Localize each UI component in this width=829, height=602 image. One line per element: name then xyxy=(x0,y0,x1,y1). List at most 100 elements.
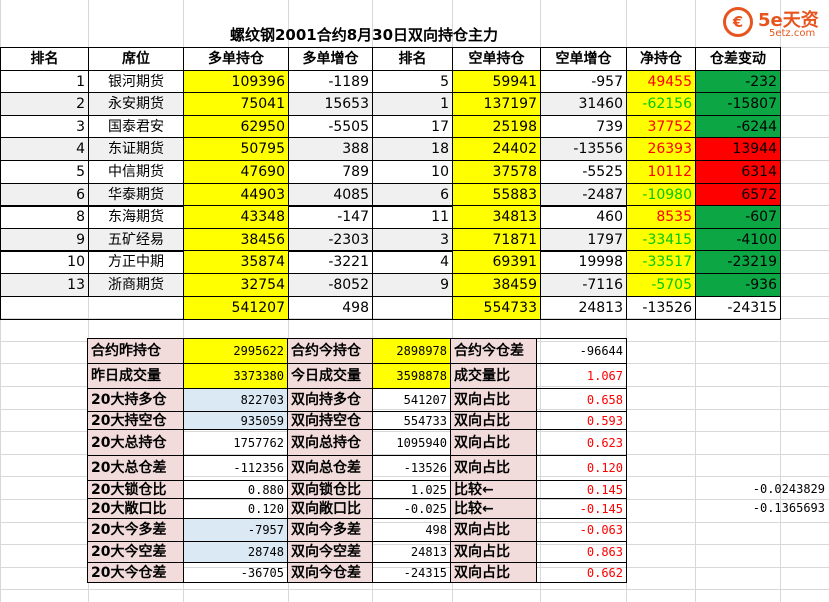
column-header: 空单持仓 xyxy=(452,47,541,71)
table-cell-short: 137197 xyxy=(452,92,541,116)
side-value: -0.1365693 xyxy=(752,501,825,515)
column-header: 仓差变动 xyxy=(695,47,781,71)
summary-value: 0.120 xyxy=(536,455,627,481)
summary-label: 20大总仓差 xyxy=(87,455,184,481)
table-cell-short: 59941 xyxy=(452,70,541,94)
table-cell-seat: 方正中期 xyxy=(88,250,184,274)
table-cell-diff: 6314 xyxy=(695,160,781,184)
summary-label: 双向锁仓比 xyxy=(287,480,373,499)
table-cell-short_chg: -13556 xyxy=(540,137,627,161)
table-cell-seat: 五矿经易 xyxy=(88,228,184,252)
summary-label: 双向持多仓 xyxy=(287,388,373,412)
table-cell-long: 50795 xyxy=(183,137,289,161)
table-cell-short_chg: 460 xyxy=(540,205,627,229)
logo-domain-text: 5etz.com xyxy=(769,28,816,39)
column-header: 排名 xyxy=(0,47,89,71)
summary-value: 2898978 xyxy=(372,338,451,364)
table-cell-rank: 2 xyxy=(0,92,89,116)
table-cell-diff: -4100 xyxy=(695,228,781,252)
table-cell-long: 35874 xyxy=(183,250,289,274)
summary-value: 1.025 xyxy=(372,480,451,499)
table-cell-rank: 5 xyxy=(0,160,89,184)
summary-label: 昨日成交量 xyxy=(87,363,184,389)
summary-value: 935059 xyxy=(183,411,288,430)
table-cell-rank: 6 xyxy=(0,183,89,207)
table-cell-rank2: 1 xyxy=(372,92,453,116)
summary-value: 24813 xyxy=(372,541,451,563)
summary-label: 双向持空仓 xyxy=(287,411,373,430)
table-cell-net: 8535 xyxy=(626,205,696,229)
summary-label: 20大锁仓比 xyxy=(87,480,184,499)
table-cell-rank2: 9 xyxy=(372,273,453,297)
table-cell-long: 43348 xyxy=(183,205,289,229)
table-cell-net: 37752 xyxy=(626,115,696,139)
table-cell-long_chg: -1189 xyxy=(288,70,373,94)
table-cell-short_chg: -5525 xyxy=(540,160,627,184)
table-cell-net: -62156 xyxy=(626,92,696,116)
table-cell-long_chg: 15653 xyxy=(288,92,373,116)
summary-value: 541207 xyxy=(372,388,451,412)
table-cell-rank: 8 xyxy=(0,205,89,229)
table-cell-short_chg: 739 xyxy=(540,115,627,139)
table-cell-rank2: 6 xyxy=(372,183,453,207)
table-cell-seat: 东证期货 xyxy=(88,137,184,161)
total-short_chg: 24813 xyxy=(540,296,627,320)
summary-label: 20大今多差 xyxy=(87,518,184,542)
total-diff: -24315 xyxy=(695,296,781,320)
summary-label: 双向总持仓 xyxy=(287,429,373,456)
table-cell-short: 69391 xyxy=(452,250,541,274)
summary-label: 合约昨持仓 xyxy=(87,338,184,364)
summary-value: 0.145 xyxy=(536,480,627,499)
table-cell-diff: 13944 xyxy=(695,137,781,161)
table-cell-long_chg: -147 xyxy=(288,205,373,229)
table-cell-short: 38459 xyxy=(452,273,541,297)
table-cell-rank: 4 xyxy=(0,137,89,161)
summary-label: 成交量比 xyxy=(450,363,537,389)
table-cell-rank2: 3 xyxy=(372,228,453,252)
sheet-title: 螺纹钢2001合约8月30日双向持仓主力 xyxy=(230,26,499,44)
table-cell-short: 34813 xyxy=(452,205,541,229)
total-long_chg: 498 xyxy=(288,296,373,320)
table-cell-seat: 华泰期货 xyxy=(88,183,184,207)
table-cell-seat: 中信期货 xyxy=(88,160,184,184)
table-cell-diff: -23219 xyxy=(695,250,781,274)
summary-label: 双向敞口比 xyxy=(287,498,373,519)
summary-value: -24315 xyxy=(372,562,451,583)
table-cell-long_chg: 789 xyxy=(288,160,373,184)
column-header: 排名 xyxy=(372,47,453,71)
side-value: -0.0243829 xyxy=(752,482,825,496)
table-cell-long: 75041 xyxy=(183,92,289,116)
table-cell-long: 62950 xyxy=(183,115,289,139)
summary-value: 0.880 xyxy=(183,480,288,499)
summary-label: 比较← xyxy=(450,498,537,519)
table-cell-long_chg: -5505 xyxy=(288,115,373,139)
total-long: 541207 xyxy=(183,296,289,320)
summary-value: 0.863 xyxy=(536,541,627,563)
summary-label: 双向占比 xyxy=(450,411,537,430)
summary-label: 20大持空仓 xyxy=(87,411,184,430)
summary-value: 554733 xyxy=(372,411,451,430)
table-cell-net: 26393 xyxy=(626,137,696,161)
summary-value: -0.025 xyxy=(372,498,451,519)
column-header: 空单增仓 xyxy=(540,47,627,71)
table-cell-long_chg: -8052 xyxy=(288,273,373,297)
table-cell-rank: 1 xyxy=(0,70,89,94)
table-cell-long: 38456 xyxy=(183,228,289,252)
table-cell-net: -33517 xyxy=(626,250,696,274)
table-cell-short_chg: 31460 xyxy=(540,92,627,116)
table-cell-diff: -936 xyxy=(695,273,781,297)
total-short: 554733 xyxy=(452,296,541,320)
summary-value: 2995622 xyxy=(183,338,288,364)
table-cell-rank2: 5 xyxy=(372,70,453,94)
summary-value: 498 xyxy=(372,518,451,542)
summary-value: 0.658 xyxy=(536,388,627,412)
table-cell-seat: 浙商期货 xyxy=(88,273,184,297)
summary-label: 双向今多差 xyxy=(287,518,373,542)
summary-value: -36705 xyxy=(183,562,288,583)
summary-label: 20大总持仓 xyxy=(87,429,184,456)
summary-label: 双向占比 xyxy=(450,562,537,583)
summary-value: 0.623 xyxy=(536,429,627,456)
table-cell-long_chg: 388 xyxy=(288,137,373,161)
summary-value: 3373380 xyxy=(183,363,288,389)
summary-value: -0.063 xyxy=(536,518,627,542)
